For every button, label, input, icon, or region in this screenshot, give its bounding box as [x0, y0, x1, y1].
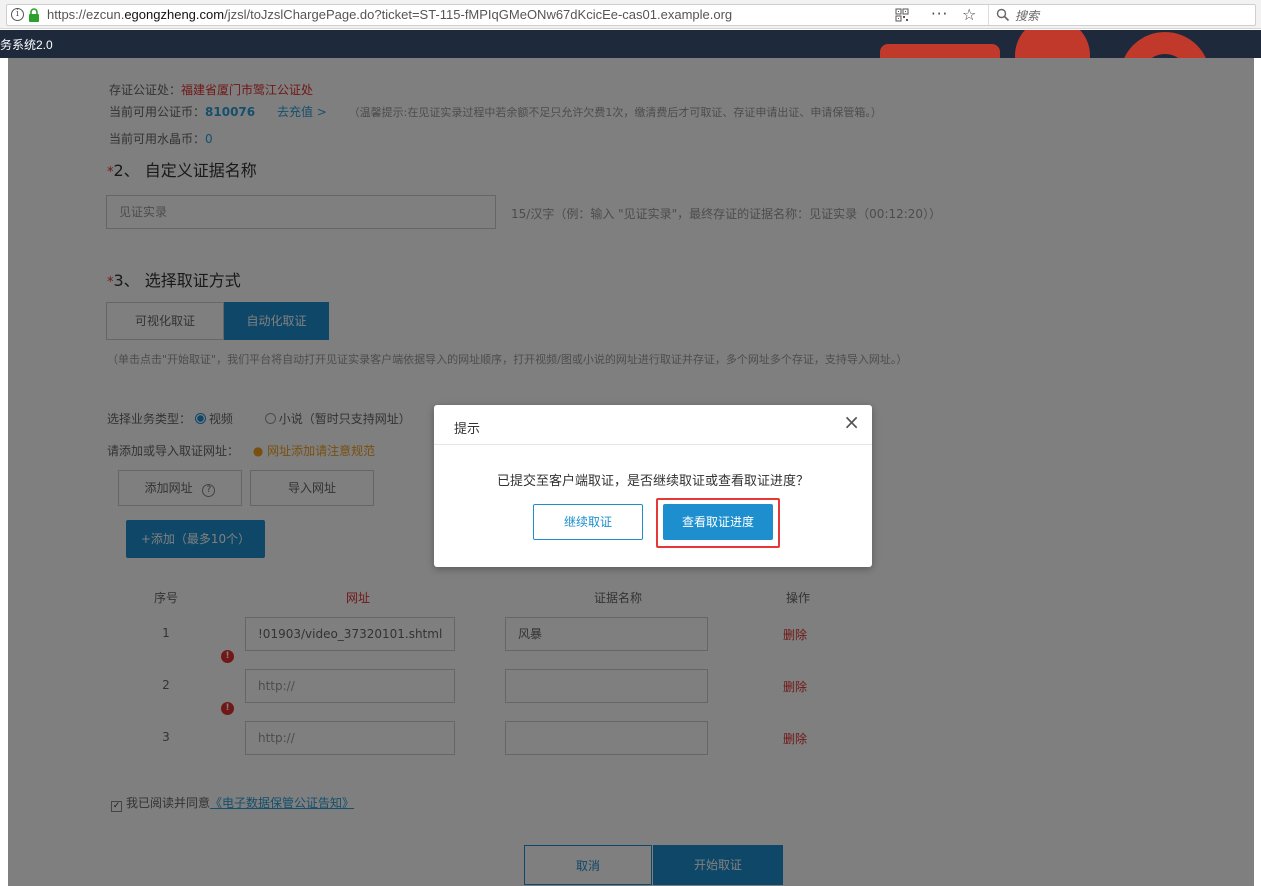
header-decoration [1120, 32, 1210, 58]
more-options-icon[interactable]: ··· [931, 5, 948, 23]
view-progress-button[interactable]: 查看取证进度 [663, 504, 773, 540]
prompt-dialog: 提示 × 已提交至客户端取证，是否继续取证或查看取证进度？ 继续取证 查看取证进… [434, 405, 872, 567]
dialog-title: 提示 [454, 422, 481, 437]
site-header: 务系统2.0 [0, 30, 1261, 58]
bookmark-star-icon[interactable]: ☆ [962, 5, 976, 24]
dialog-divider [434, 444, 872, 445]
address-bar[interactable]: i https://ezcun.egongzheng.com/jzsl/toJz… [6, 4, 1256, 26]
header-decoration [1015, 30, 1090, 58]
lock-icon [29, 8, 39, 22]
browser-search-box[interactable]: 搜索 [988, 5, 1253, 25]
header-decoration [880, 44, 1000, 58]
close-icon[interactable]: × [843, 410, 860, 434]
browser-toolbar: i https://ezcun.egongzheng.com/jzsl/toJz… [0, 0, 1261, 29]
continue-capture-button[interactable]: 继续取证 [533, 504, 643, 540]
site-title: 务系统2.0 [0, 38, 53, 52]
qr-code-icon[interactable] [895, 8, 909, 22]
search-placeholder: 搜索 [1015, 9, 1040, 23]
url-text[interactable]: https://ezcun.egongzheng.com/jzsl/toJzsl… [47, 7, 732, 22]
search-icon [996, 8, 1010, 22]
dialog-message: 已提交至客户端取证，是否继续取证或查看取证进度？ [496, 474, 809, 489]
info-icon[interactable]: i [11, 8, 24, 21]
